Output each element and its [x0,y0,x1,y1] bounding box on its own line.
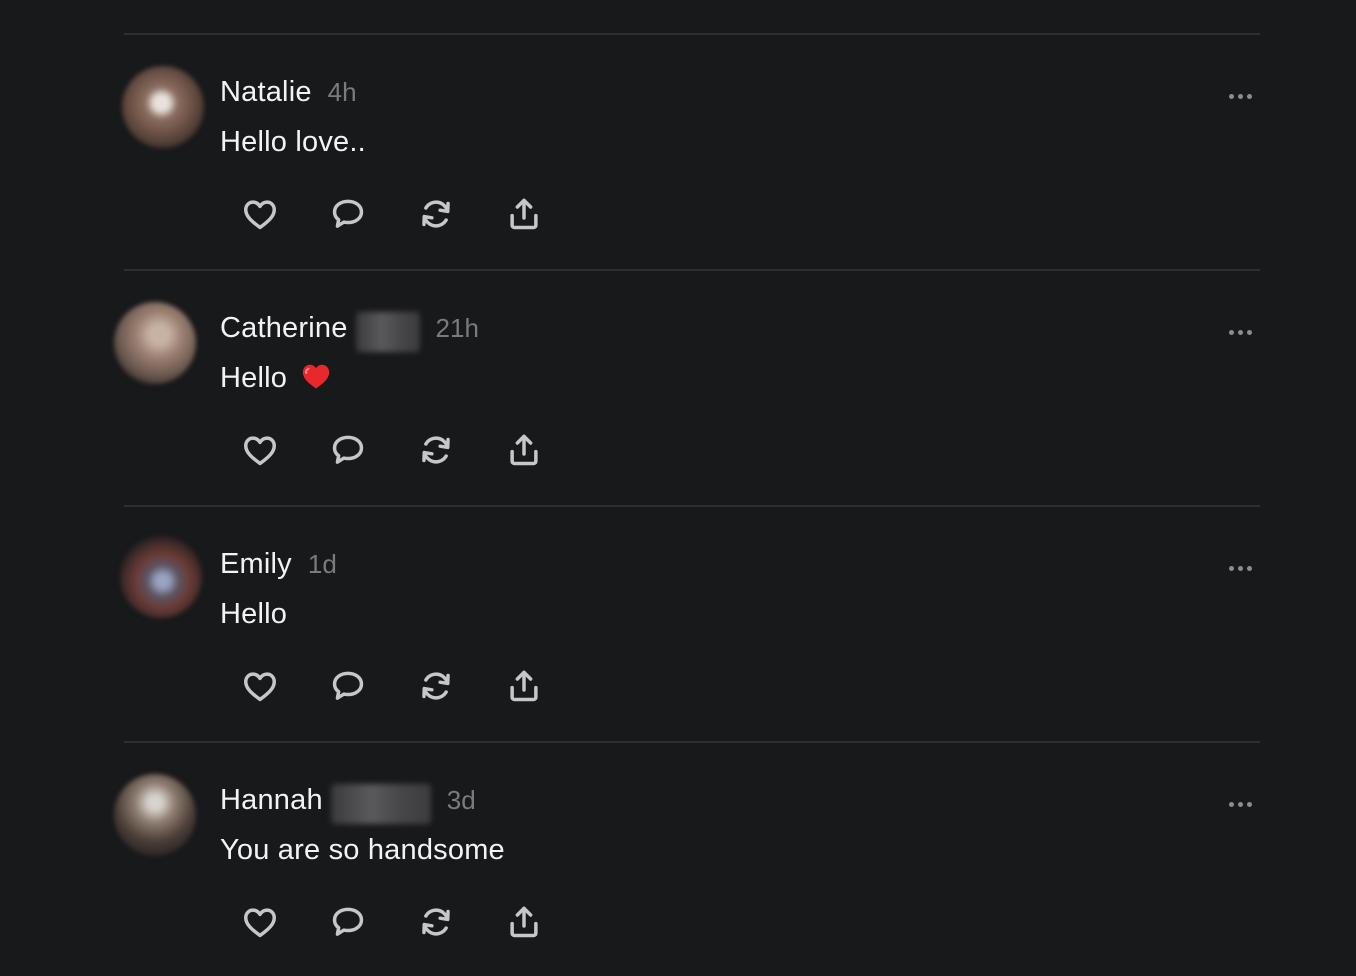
post-header: Hannah 3d [220,784,476,824]
post-text-content: You are so handsome [220,834,505,866]
post-text: You are so handsome [220,834,505,867]
redacted-surname [355,312,420,352]
comment-icon[interactable] [328,430,368,470]
share-icon[interactable] [504,902,544,942]
post-text: Hello [220,598,287,631]
post-emily[interactable]: Emily 1d Hello [0,506,1356,740]
heart-icon[interactable] [240,194,280,234]
post-natalie[interactable]: Natalie 4h Hello love.. [0,34,1356,268]
post-text-content: Hello love.. [220,126,366,158]
avatar[interactable] [114,774,196,856]
replies-feed: Natalie 4h Hello love.. Catherine 21h He… [0,0,1356,968]
comment-icon[interactable] [328,666,368,706]
post-text-content: Hello [220,362,288,394]
author-name[interactable]: Emily [220,548,292,581]
post-catherine[interactable]: Catherine 21h Hello [0,270,1356,504]
repost-icon[interactable] [416,666,456,706]
author-name[interactable]: Natalie [220,76,312,109]
red-heart-emoji [301,362,331,398]
post-time: 4h [327,77,357,107]
more-options-icon[interactable] [1224,322,1256,342]
comment-icon[interactable] [328,194,368,234]
post-time: 1d [307,549,337,579]
share-icon[interactable] [504,666,544,706]
post-text-content: Hello [220,598,288,630]
comment-icon[interactable] [328,902,368,942]
share-icon[interactable] [504,430,544,470]
post-time: 3d [446,785,476,815]
more-options-icon[interactable] [1224,86,1256,106]
post-text: Hello [220,362,331,398]
repost-icon[interactable] [416,194,456,234]
post-time: 21h [435,313,479,343]
repost-icon[interactable] [416,430,456,470]
avatar[interactable] [114,302,196,384]
author-name[interactable]: Hannah [220,784,323,817]
post-header: Emily 1d [220,548,337,588]
heart-icon[interactable] [240,902,280,942]
heart-icon[interactable] [240,430,280,470]
more-options-icon[interactable] [1224,558,1256,578]
more-options-icon[interactable] [1224,794,1256,814]
post-header: Catherine 21h [220,312,479,352]
post-text: Hello love.. [220,126,366,159]
heart-icon[interactable] [240,666,280,706]
repost-icon[interactable] [416,902,456,942]
avatar[interactable] [120,536,202,618]
author-name[interactable]: Catherine [220,312,348,345]
post-header: Natalie 4h [220,76,357,116]
redacted-surname [330,784,431,824]
share-icon[interactable] [504,194,544,234]
avatar[interactable] [122,66,204,148]
post-hannah[interactable]: Hannah 3d You are so handsome [0,742,1356,976]
